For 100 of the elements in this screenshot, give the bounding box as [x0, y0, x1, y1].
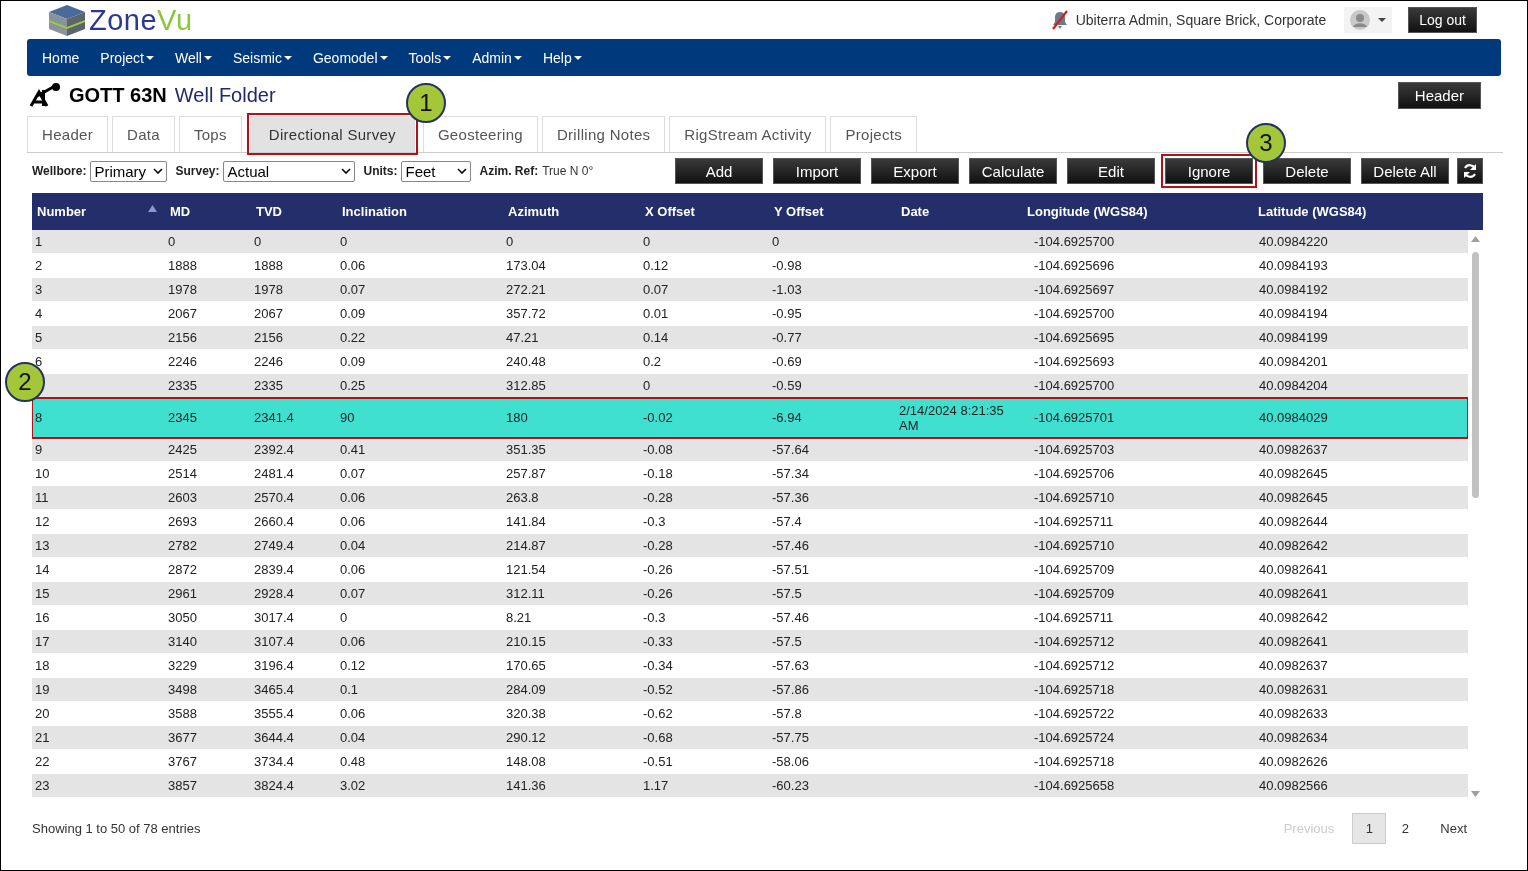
nav-item[interactable]: Home [42, 49, 80, 66]
tab[interactable]: Directional Survey [249, 116, 415, 152]
table-cell: 284.09 [506, 682, 546, 697]
table-cell: -0.98 [772, 258, 802, 273]
table-cell: -6.94 [772, 410, 802, 425]
tab[interactable]: Data [112, 116, 175, 152]
table-cell: 4 [35, 306, 43, 321]
table-row[interactable]: 5 2156 2156 0.22 47.21 0.14 -0.77 -104.6925695 40.0984199 [32, 326, 1468, 350]
column-header[interactable]: Azimuth [508, 204, 560, 219]
header-button[interactable]: Header [1397, 81, 1481, 109]
table-cell: -104.6925693 [1034, 354, 1115, 369]
table-row[interactable]: 9 2425 2392.4 0.41 351.35 -0.08 -57.64 -104.6925703 40.0982637 [32, 438, 1468, 462]
table-row[interactable]: 21 3677 3644.4 0.04 290.12 -0.68 -57.75 -104.6925724 40.0982634 [32, 726, 1468, 750]
page-button[interactable]: 1 [1352, 812, 1387, 844]
table-cell: 9 [35, 442, 43, 457]
tab[interactable]: Geosteering [422, 116, 538, 152]
toolbar-button[interactable]: Edit [1067, 158, 1155, 184]
toolbar-button[interactable]: Ignore [1165, 158, 1253, 184]
table-cell: 40.0982626 [1259, 754, 1328, 769]
column-header[interactable]: Latitude (WGS84) [1258, 204, 1367, 219]
table-cell: 2693 [168, 514, 197, 529]
table-cell: 21 [35, 730, 50, 745]
toolbar-button[interactable]: Import [773, 158, 861, 184]
table-row[interactable]: 11 2603 2570.4 0.06 263.8 -0.28 -57.36 -104.6925710 40.0982645 [32, 486, 1468, 510]
table-cell: 312.85 [506, 378, 546, 393]
table-cell: 272.21 [506, 282, 546, 297]
nav-item[interactable]: Admin [472, 49, 522, 66]
table-cell: -0.52 [643, 682, 673, 697]
table-cell: -104.6925718 [1034, 754, 1115, 769]
table-cell: 0 [506, 234, 514, 249]
select-field[interactable]: Primary [90, 160, 168, 182]
column-header[interactable]: X Offset [645, 204, 695, 219]
tab[interactable]: Projects [830, 116, 918, 152]
select-field[interactable]: Actual [223, 160, 356, 182]
table-cell: 90 [340, 410, 355, 425]
column-header[interactable]: Longitude (WGS84) [1027, 204, 1148, 219]
table-cell: 0.2 [643, 354, 662, 369]
toolbar-button[interactable]: Export [871, 158, 959, 184]
table-cell: 0.06 [340, 562, 366, 577]
refresh-button[interactable] [1457, 158, 1483, 184]
table-row[interactable]: 17 3140 3107.4 0.06 210.15 -0.33 -57.5 -104.6925712 40.0982641 [32, 630, 1468, 654]
table-cell: 357.72 [506, 306, 546, 321]
column-header[interactable]: Date [901, 204, 930, 219]
table-row[interactable]: 1 0 0 0 0 0 0 -104.6925700 40.0984220 [32, 230, 1468, 254]
table-cell: -0.26 [643, 586, 673, 601]
nav-item[interactable]: Geomodel [312, 49, 388, 66]
tab[interactable]: Header [27, 116, 108, 152]
nav-item[interactable]: Seismic [232, 49, 292, 66]
table-cell: 1978 [168, 282, 197, 297]
table-row[interactable]: 23 3857 3824.4 3.02 141.36 1.17 -60.23 -104.6925658 40.0982566 [32, 774, 1468, 798]
chevron-icon [153, 168, 164, 174]
toolbar-button[interactable]: Delete [1263, 158, 1351, 184]
logo-icon [47, 3, 87, 37]
pager-link[interactable]: Next [1424, 812, 1483, 844]
table-cell: -104.6925718 [1034, 682, 1115, 697]
table-cell: 3.02 [340, 778, 366, 793]
table-cell: 47.21 [506, 330, 539, 345]
tab[interactable]: Tops [178, 116, 242, 152]
table-cell: 214.87 [506, 538, 546, 553]
tab[interactable]: Drilling Notes [541, 116, 666, 152]
table-row[interactable]: 8 2345 2341.4 90 180 -0.02 -6.94 2/14/2024 8:21:35 AM -104.6925701 40.0984029 [32, 398, 1468, 438]
column-header[interactable]: TVD [256, 204, 282, 219]
table-cell: 2481.4 [254, 466, 294, 481]
table-cell: -104.6925695 [1034, 330, 1115, 345]
table-row[interactable]: 19 3498 3465.4 0.1 284.09 -0.52 -57.86 -104.6925718 40.0982631 [32, 678, 1468, 702]
table-cell: -104.6925724 [1034, 730, 1115, 745]
table-row[interactable]: 3 1978 1978 0.07 272.21 0.07 -1.03 -104.6925697 40.0984192 [32, 278, 1468, 302]
table-row[interactable]: 13 2782 2749.4 0.04 214.87 -0.28 -57.46 -104.6925710 40.0982642 [32, 534, 1468, 558]
column-header[interactable]: Y Offset [774, 204, 824, 219]
table-cell: 40.0982641 [1259, 634, 1328, 649]
nav-item[interactable]: Help [542, 49, 582, 66]
table-cell: 0.48 [340, 754, 366, 769]
table-cell: 0 [643, 378, 651, 393]
toolbar-button[interactable]: Delete All [1361, 158, 1449, 184]
logout-button[interactable]: Log out [1408, 7, 1477, 33]
toolbar-button[interactable]: Calculate [969, 158, 1057, 184]
select-field[interactable]: Feet [401, 160, 472, 182]
table-cell: 0 [772, 234, 780, 249]
table-cell: 2335 [254, 378, 283, 393]
table-cell: -0.02 [643, 410, 673, 425]
column-header[interactable]: Inclination [342, 204, 407, 219]
user-menu-button[interactable] [1344, 7, 1393, 33]
column-header[interactable]: Number [37, 204, 87, 219]
scroll-thumb[interactable] [1472, 252, 1479, 498]
table-cell: 3050 [168, 610, 197, 625]
nav-item[interactable]: Tools [408, 49, 452, 66]
table-cell: 0 [340, 234, 348, 249]
avatar-icon [1350, 10, 1371, 30]
column-header[interactable]: MD [170, 204, 191, 219]
table-cell: 0.09 [340, 306, 366, 321]
scroll-up-icon [1471, 236, 1480, 242]
table-cell: 40.0984029 [1259, 410, 1328, 425]
toolbar-button[interactable]: Add [675, 158, 763, 184]
table-cell: 40.0982645 [1259, 466, 1328, 481]
nav-item[interactable]: Project [100, 49, 154, 66]
tab[interactable]: RigStream Activity [669, 116, 827, 152]
table-cell: 16 [35, 610, 50, 625]
page-button[interactable]: 2 [1388, 812, 1423, 844]
table-row[interactable]: 15 2961 2928.4 0.07 312.11 -0.26 -57.5 -104.6925709 40.0982641 [32, 582, 1468, 606]
nav-item[interactable]: Well [174, 49, 212, 66]
